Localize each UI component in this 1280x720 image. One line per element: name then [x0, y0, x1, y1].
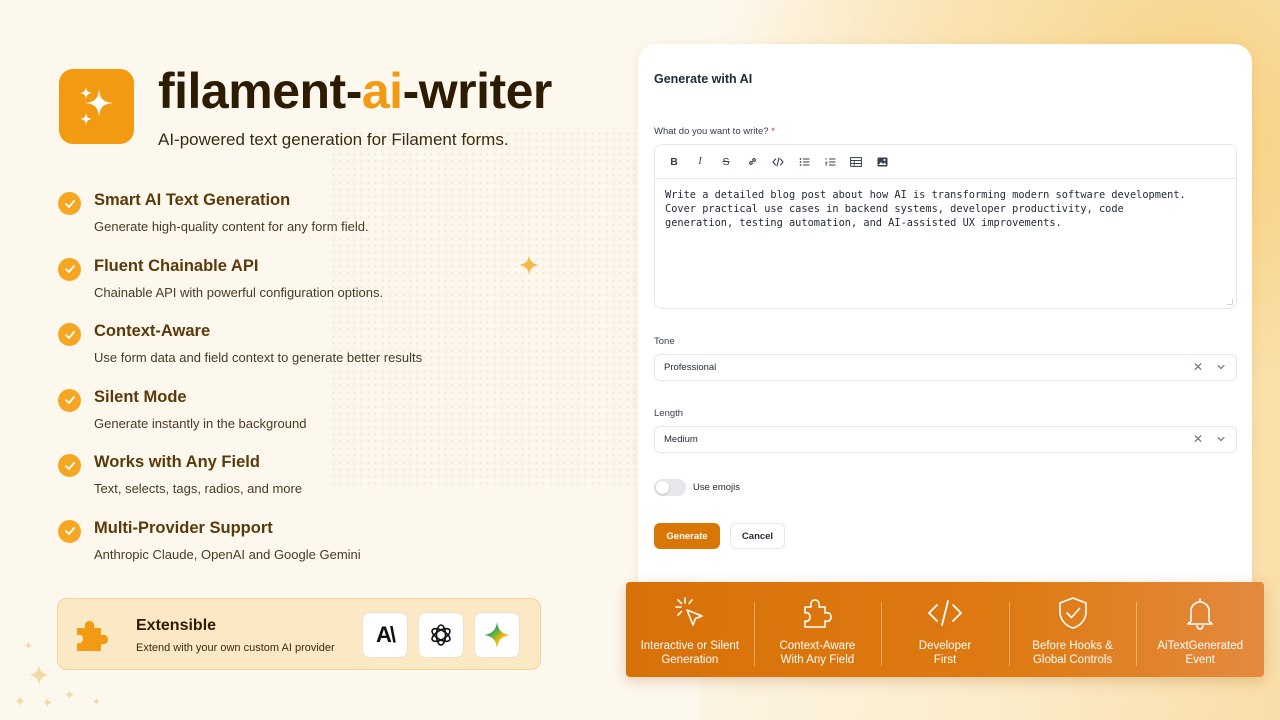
- table-icon: [850, 156, 862, 167]
- feature-desc: Generate high-quality content for any fo…: [94, 219, 369, 234]
- feature-list: Smart AI Text Generation Generate high-q…: [58, 190, 528, 583]
- logo: [59, 69, 134, 144]
- feature-bar: Interactive or Silent Generation Context-…: [626, 582, 1264, 677]
- bar-item-label: Developer First: [918, 640, 972, 666]
- puzzle-icon: [799, 595, 835, 631]
- chevron-down-icon[interactable]: [1216, 434, 1226, 444]
- bullet-list-icon: [799, 157, 809, 166]
- page-subtitle: AI-powered text generation for Filament …: [158, 130, 509, 149]
- prompt-text[interactable]: Write a detailed blog post about how AI …: [655, 179, 1236, 239]
- feature-title: Smart AI Text Generation: [94, 191, 291, 209]
- length-label: Length: [654, 408, 684, 419]
- sparkle-icon: [42, 697, 53, 708]
- ordered-list-icon: [824, 157, 835, 166]
- clear-icon[interactable]: ✕: [1193, 360, 1203, 374]
- cancel-button[interactable]: Cancel: [730, 523, 785, 549]
- bar-item: Context-Aware With Any Field: [753, 582, 882, 677]
- modal-heading: Generate with AI: [654, 72, 753, 86]
- bell-icon: [1182, 595, 1218, 631]
- sparkle-icon: [29, 665, 49, 685]
- image-icon: [877, 157, 887, 166]
- bar-item: Before Hooks & Global Controls: [1008, 582, 1137, 677]
- sparkle-icon: [64, 689, 75, 700]
- feature-item: Multi-Provider Support Anthropic Claude,…: [58, 518, 528, 584]
- feature-desc: Text, selects, tags, radios, and more: [94, 481, 303, 496]
- sparkle-icon: [519, 255, 539, 275]
- bar-item: Interactive or Silent Generation: [626, 582, 754, 677]
- feature-item: Context-Aware Use form data and field co…: [58, 321, 528, 387]
- openai-logo-icon: [418, 612, 464, 658]
- check-icon: [58, 257, 81, 281]
- tone-select[interactable]: Professional ✕: [654, 354, 1237, 381]
- emoji-toggle[interactable]: [654, 479, 686, 496]
- sparkle-icon: [92, 697, 101, 706]
- table-button[interactable]: [846, 152, 866, 172]
- feature-item: Fluent Chainable API Chainable API with …: [58, 256, 528, 322]
- emoji-toggle-label: Use emojis: [693, 482, 740, 493]
- length-value: Medium: [664, 434, 698, 445]
- code-button[interactable]: [768, 152, 788, 172]
- bar-item-label: Interactive or Silent Generation: [640, 640, 740, 666]
- bar-item-label: Before Hooks & Global Controls: [1032, 640, 1113, 666]
- page-title: filament-ai-writer: [158, 63, 552, 119]
- generate-modal: Generate with AI What do you want to wri…: [638, 44, 1252, 644]
- length-select[interactable]: Medium ✕: [654, 426, 1237, 453]
- feature-title: Silent Mode: [94, 387, 187, 406]
- check-icon: [58, 519, 81, 543]
- feature-desc: Use form data and field context to gener…: [94, 350, 423, 365]
- gemini-logo-icon: [474, 612, 520, 658]
- generate-button[interactable]: Generate: [654, 523, 720, 549]
- shield-check-icon: [1055, 595, 1091, 631]
- anthropic-logo-icon: A\: [362, 612, 408, 658]
- image-button[interactable]: [872, 152, 892, 172]
- cursor-click-icon: [672, 595, 708, 631]
- feature-title: Context-Aware: [94, 322, 211, 340]
- strike-button[interactable]: S: [716, 152, 736, 172]
- prompt-text-content: Write a detailed blog post about how AI …: [665, 189, 1186, 229]
- chevron-down-icon[interactable]: [1216, 362, 1226, 372]
- check-icon: [58, 323, 81, 346]
- puzzle-icon: [71, 614, 113, 661]
- link-icon: [748, 158, 756, 165]
- feature-title: Fluent Chainable API: [94, 256, 259, 275]
- feature-item: Silent Mode Generate instantly in the ba…: [58, 387, 528, 453]
- check-icon: [58, 192, 81, 215]
- feature-title: Multi-Provider Support: [94, 518, 273, 537]
- prompt-editor[interactable]: B I S Write a detailed blog post about h…: [654, 144, 1237, 309]
- code-icon: [926, 595, 964, 631]
- extensible-card: Extensible Extend with your own custom A…: [57, 598, 541, 670]
- sparkles-icon: [79, 86, 113, 125]
- extensible-title: Extensible: [136, 617, 217, 634]
- check-icon: [58, 454, 81, 477]
- feature-desc: Generate instantly in the background: [94, 415, 307, 431]
- resize-handle[interactable]: [1227, 299, 1233, 305]
- bar-item-label: Context-Aware With Any Field: [779, 640, 856, 666]
- prompt-label: What do you want to write? *: [654, 126, 775, 137]
- bold-button[interactable]: B: [664, 152, 684, 172]
- bar-item-label: AiTextGenerated Event: [1157, 640, 1243, 666]
- tone-value: Professional: [664, 362, 717, 373]
- feature-desc: Chainable API with powerful configuratio…: [94, 284, 384, 300]
- bar-item: AiTextGenerated Event: [1136, 582, 1264, 677]
- ordered-list-button[interactable]: [820, 152, 840, 172]
- italic-button[interactable]: I: [690, 152, 710, 172]
- clear-icon[interactable]: ✕: [1193, 432, 1203, 446]
- check-icon: [58, 388, 81, 412]
- bullet-list-button[interactable]: [794, 152, 814, 172]
- editor-toolbar: B I S: [655, 145, 1236, 179]
- feature-desc: Anthropic Claude, OpenAI and Google Gemi…: [94, 546, 361, 562]
- tone-label: Tone: [654, 336, 675, 347]
- code-icon: [772, 156, 784, 167]
- bar-item: Developer First: [881, 582, 1009, 677]
- sparkle-icon: [24, 641, 33, 650]
- sparkle-icon: [14, 695, 26, 707]
- feature-title: Works with Any Field: [94, 453, 260, 471]
- toggle-knob: [656, 481, 669, 494]
- feature-item: Works with Any Field Text, selects, tags…: [58, 452, 528, 518]
- feature-item: Smart AI Text Generation Generate high-q…: [58, 190, 528, 256]
- extensible-desc: Extend with your own custom AI provider: [136, 642, 335, 654]
- link-button[interactable]: [742, 152, 762, 172]
